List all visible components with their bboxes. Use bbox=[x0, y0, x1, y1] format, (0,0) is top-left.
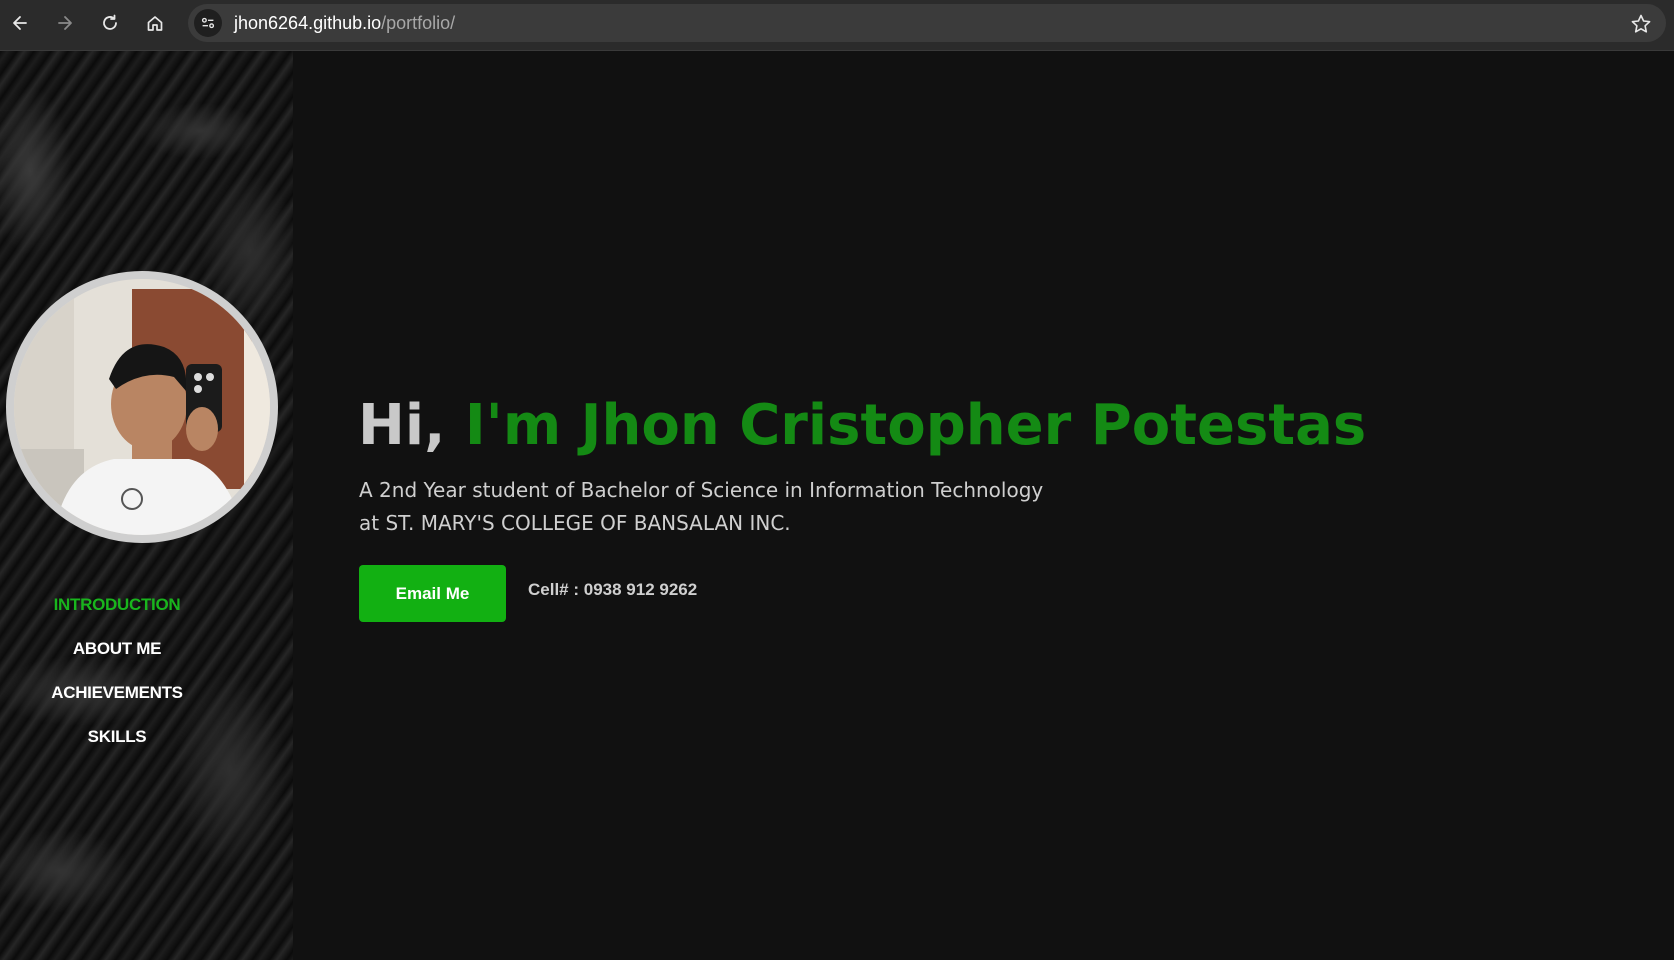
sidebar-item-achievements[interactable]: ACHIEVEMENTS bbox=[0, 671, 234, 715]
email-me-button[interactable]: Email Me bbox=[359, 565, 506, 622]
sidebar-item-skills[interactable]: SKILLS bbox=[0, 715, 234, 759]
phone-number: Cell# : 0938 912 9262 bbox=[528, 580, 698, 599]
sidebar-item-about-me[interactable]: ABOUT ME bbox=[0, 627, 234, 671]
subtitle-line-2: at ST. MARY'S COLLEGE OF BANSALAN INC. bbox=[359, 511, 791, 535]
hero-greeting: Hi, bbox=[358, 393, 465, 458]
back-icon[interactable] bbox=[6, 9, 34, 37]
browser-toolbar: jhon6264.github.io/portfolio/ bbox=[0, 0, 1674, 51]
bookmark-star-icon[interactable] bbox=[1630, 13, 1652, 35]
sidebar-nav: INTRODUCTION ABOUT ME ACHIEVEMENTS SKILL… bbox=[0, 583, 234, 759]
url-path: /portfolio/ bbox=[381, 13, 456, 33]
site-info-icon[interactable] bbox=[194, 9, 222, 37]
subtitle-line-1: A 2nd Year student of Bachelor of Scienc… bbox=[359, 478, 1044, 502]
forward-icon[interactable] bbox=[51, 9, 79, 37]
reload-icon[interactable] bbox=[96, 9, 124, 37]
hero-title: Hi, I'm Jhon Cristopher Potestas bbox=[358, 393, 1366, 458]
hero-name: I'm Jhon Cristopher Potestas bbox=[464, 393, 1367, 458]
sidebar: INTRODUCTION ABOUT ME ACHIEVEMENTS SKILL… bbox=[0, 51, 293, 960]
address-bar[interactable]: jhon6264.github.io/portfolio/ bbox=[188, 4, 1666, 42]
sidebar-item-introduction[interactable]: INTRODUCTION bbox=[0, 583, 234, 627]
url-text[interactable]: jhon6264.github.io/portfolio/ bbox=[234, 13, 455, 34]
url-domain: jhon6264.github.io bbox=[234, 13, 382, 33]
profile-photo bbox=[6, 271, 278, 543]
hero-subtitle: A 2nd Year student of Bachelor of Scienc… bbox=[359, 474, 1119, 540]
home-icon[interactable] bbox=[141, 9, 169, 37]
